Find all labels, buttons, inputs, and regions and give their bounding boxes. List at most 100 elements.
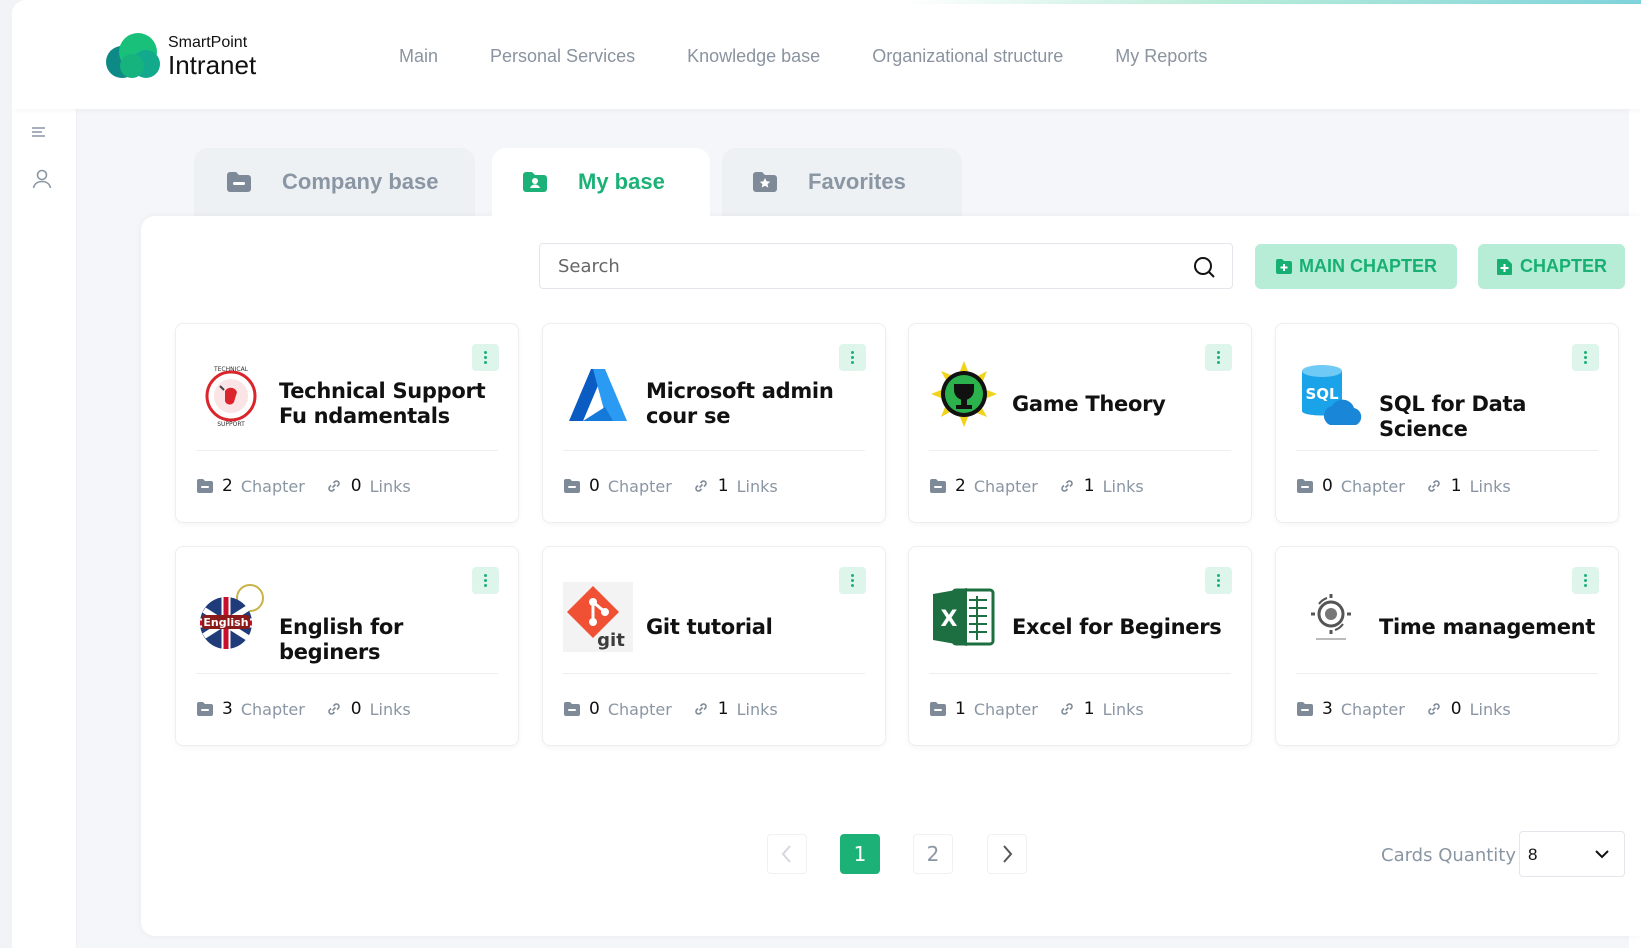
links-label: Links: [736, 699, 778, 719]
card-title[interactable]: Excel for Beginers: [1012, 615, 1232, 640]
card-menu-icon[interactable]: [472, 567, 499, 594]
nav-item-personal-services[interactable]: Personal Services: [490, 46, 635, 67]
links-count: 0: [350, 699, 362, 719]
knowledge-card[interactable]: X Excel for Beginers 1 Chapter 1 Links: [908, 546, 1252, 746]
nav-item-main[interactable]: Main: [399, 46, 438, 67]
card-menu-icon[interactable]: [839, 567, 866, 594]
add-chapter-button[interactable]: CHAPTER: [1478, 244, 1625, 289]
knowledge-card[interactable]: Game Theory 2 Chapter 1 Links: [908, 323, 1252, 523]
card-title[interactable]: Technical Support Fu ndamentals: [279, 379, 499, 429]
chapter-label: Chapter: [240, 699, 305, 719]
card-divider: [196, 450, 498, 451]
knowledge-card[interactable]: Microsoft admin cour se 0 Chapter 1 Link…: [542, 323, 886, 523]
card-stats: 0 Chapter 1 Links: [563, 699, 798, 719]
git-logo-text: git: [597, 630, 625, 651]
chapter-label: Chapter: [973, 699, 1038, 719]
link-icon: [695, 480, 707, 492]
page-button-1[interactable]: 1: [840, 834, 880, 874]
card-menu-icon[interactable]: [1205, 567, 1232, 594]
chapter-count: 0: [589, 699, 600, 719]
chapter-label: Chapter: [973, 476, 1038, 496]
card-divider: [563, 450, 865, 451]
cards-quantity-select[interactable]: 8: [1519, 831, 1625, 877]
card-menu-icon[interactable]: [1572, 567, 1599, 594]
chevron-left-icon: [781, 845, 791, 863]
chapter-count: 3: [222, 699, 233, 719]
card-stats: 3 Chapter 0 Links: [1296, 699, 1531, 719]
search-icon[interactable]: [1192, 255, 1216, 279]
knowledge-card[interactable]: TECHNICAL SUPPORT Technical Support Fu nd…: [175, 323, 519, 523]
chapter-label: Chapter: [1340, 476, 1405, 496]
add-main-chapter-button[interactable]: MAIN CHAPTER: [1255, 244, 1457, 289]
link-icon: [1428, 703, 1440, 715]
chapter-label: Chapter: [1340, 699, 1405, 719]
search-box: [539, 243, 1233, 289]
card-menu-icon[interactable]: [1572, 344, 1599, 371]
card-stats: 3 Chapter 0 Links: [196, 699, 431, 719]
links-count: 1: [1083, 699, 1095, 719]
link-icon: [328, 703, 340, 715]
button-label: CHAPTER: [1519, 256, 1607, 276]
next-page-button[interactable]: [987, 834, 1027, 874]
card-divider: [196, 673, 498, 674]
card-menu-icon[interactable]: [839, 344, 866, 371]
link-icon: [695, 703, 707, 715]
nav-item-my-reports[interactable]: My Reports: [1115, 46, 1207, 67]
links-count: 1: [1083, 476, 1095, 496]
page-button-2[interactable]: 2: [913, 834, 953, 874]
card-divider: [929, 673, 1231, 674]
card-divider: [563, 673, 865, 674]
folder-minus-icon: [226, 171, 252, 193]
chapter-label: Chapter: [240, 476, 305, 496]
sql-cloud-logo: SQL: [1296, 359, 1366, 429]
knowledge-card[interactable]: English English for beginers 3 Chapter 0…: [175, 546, 519, 746]
card-title[interactable]: Microsoft admin cour se: [646, 379, 866, 429]
chapter-count: 0: [1322, 476, 1333, 496]
brand-logo[interactable]: SmartPoint Intranet: [102, 32, 256, 80]
card-title[interactable]: English for beginers: [279, 615, 499, 665]
chapter-folder-icon: [930, 479, 946, 493]
svg-text:SUPPORT: SUPPORT: [217, 421, 245, 428]
links-count: 1: [717, 699, 729, 719]
chapter-count: 0: [589, 476, 600, 496]
nav-item-knowledge-base[interactable]: Knowledge base: [687, 46, 820, 67]
knowledge-card[interactable]: Time management 3 Chapter 0 Links: [1275, 546, 1619, 746]
card-divider: [1296, 450, 1598, 451]
brand-line2: Intranet: [168, 49, 257, 80]
folder-plus-icon: [1275, 258, 1293, 276]
chapter-count: 1: [955, 699, 966, 719]
links-count: 0: [1450, 699, 1462, 719]
chapter-folder-icon: [197, 702, 213, 716]
user-icon[interactable]: [30, 167, 54, 191]
link-icon: [1428, 480, 1440, 492]
knowledge-card[interactable]: SQL SQL for Data Science 0 Chapter 1 Lin…: [1275, 323, 1619, 523]
tab-favorites[interactable]: Favorites: [722, 148, 962, 216]
folder-star-icon: [752, 171, 778, 193]
tab-company-base[interactable]: Company base: [194, 148, 475, 216]
card-menu-icon[interactable]: [1205, 344, 1232, 371]
search-input[interactable]: [540, 244, 1160, 288]
card-stats: 0 Chapter 1 Links: [563, 476, 798, 496]
english-logo-text: English: [203, 616, 248, 629]
knowledge-card[interactable]: git Git tutorial 0 Chapter 1 Links: [542, 546, 886, 746]
links-label: Links: [1102, 476, 1144, 496]
card-stats: 1 Chapter 1 Links: [929, 699, 1164, 719]
tab-label: Company base: [282, 169, 439, 194]
english-flag-logo: English: [196, 582, 266, 652]
button-label: MAIN CHAPTER: [1299, 256, 1437, 276]
nav-item-organizational-structure[interactable]: Organizational structure: [872, 46, 1063, 67]
folder-user-icon: [522, 171, 548, 193]
card-title[interactable]: Time management: [1379, 615, 1599, 640]
menu-icon[interactable]: [30, 121, 54, 145]
card-menu-icon[interactable]: [472, 344, 499, 371]
header: SmartPoint Intranet Main Personal Servic…: [12, 4, 1641, 109]
card-title[interactable]: SQL for Data Science: [1379, 392, 1599, 442]
prev-page-button[interactable]: [767, 834, 807, 874]
card-title[interactable]: Git tutorial: [646, 615, 866, 640]
card-stats: 2 Chapter 1 Links: [929, 476, 1164, 496]
card-title[interactable]: Game Theory: [1012, 392, 1232, 417]
links-count: 1: [1450, 476, 1462, 496]
link-icon: [1061, 703, 1073, 715]
tab-my-base[interactable]: My base: [492, 148, 710, 216]
card-stats: 2 Chapter 0 Links: [196, 476, 431, 496]
